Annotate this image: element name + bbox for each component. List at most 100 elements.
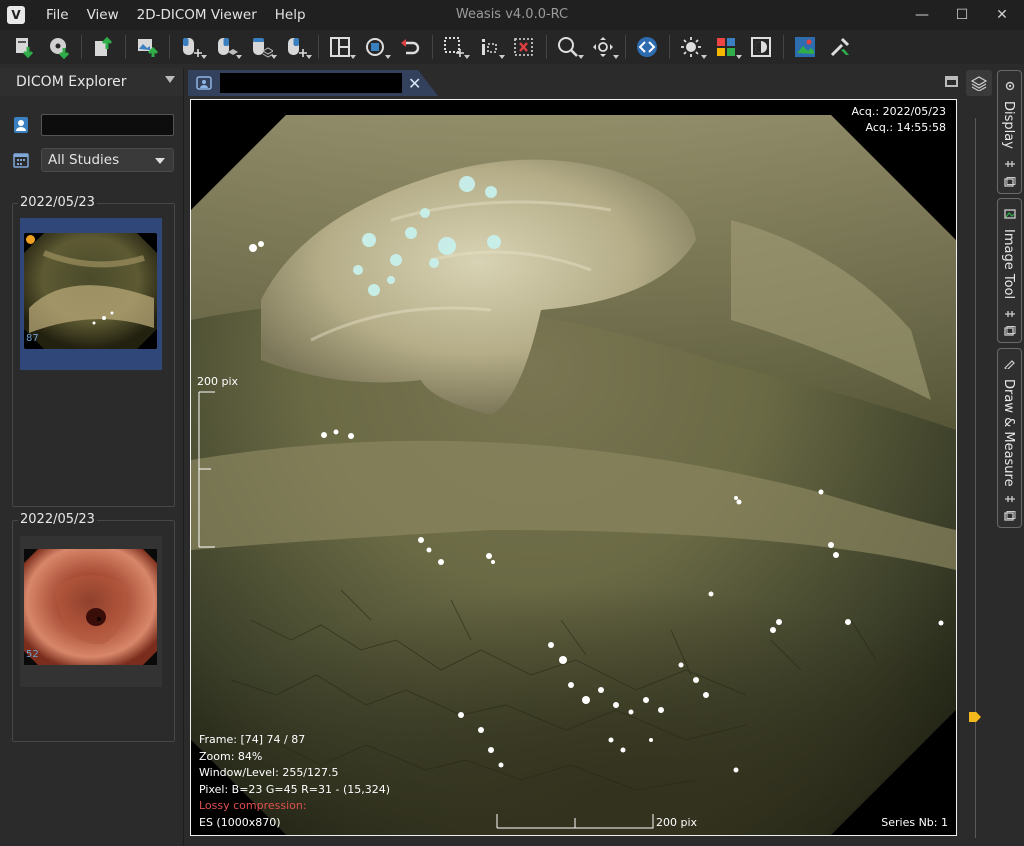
series-image-count: 87 [26, 333, 39, 344]
series-thumbnail[interactable]: 52 [20, 536, 162, 687]
export-dicom-icon [95, 36, 113, 56]
close-window-button[interactable]: ✕ [982, 0, 1022, 30]
info-cursor-icon [482, 39, 497, 55]
tools-button[interactable] [824, 32, 856, 62]
preferences-icon [795, 37, 815, 57]
layers-button[interactable] [966, 70, 992, 96]
left-scale-label: 200 pix [197, 375, 239, 388]
cd-icon [50, 38, 70, 59]
pin-icon [1005, 161, 1015, 167]
toolbar-separator [546, 35, 547, 59]
invert-button[interactable] [745, 32, 777, 62]
study-date: 2022/05/23 [18, 512, 97, 527]
info-select-button[interactable] [473, 32, 505, 62]
display-panel-tab[interactable]: Display [997, 70, 1022, 194]
series-preview-image [24, 233, 157, 349]
draw-measure-panel-tab[interactable]: Draw & Measure [997, 348, 1022, 528]
toolbar-separator [81, 35, 82, 59]
image-tool-panel-tab[interactable]: Image Tool [997, 198, 1022, 343]
brightness-button[interactable] [675, 32, 707, 62]
float-window-icon [1004, 326, 1016, 336]
weasis-logo-icon: V [7, 6, 25, 24]
patient-combo-input[interactable] [41, 114, 174, 136]
import-dicom-icon [16, 38, 34, 59]
preferences-button[interactable] [789, 32, 821, 62]
patient-tab-icon [196, 76, 212, 90]
explorer-menu-icon[interactable] [165, 76, 175, 83]
maximize-view-icon[interactable] [945, 76, 958, 87]
tools-icon [830, 37, 850, 57]
layout-button[interactable] [324, 32, 356, 62]
layers-icon [970, 76, 988, 91]
sync-rotate-icon [366, 38, 384, 56]
zoom-button[interactable] [552, 32, 584, 62]
calendar-icon [12, 151, 30, 169]
explorer-header: DICOM Explorer [0, 68, 183, 96]
select-region-icon [444, 37, 464, 57]
export-image-button[interactable] [131, 32, 163, 62]
title-bar: V File View 2D-DICOM Viewer Help Weasis … [0, 0, 1024, 30]
zoom-info: Zoom: 84% [199, 750, 263, 763]
patient-icon [12, 116, 30, 134]
layout-grid-icon [330, 37, 350, 57]
series-number: Series Nb: 1 [881, 816, 948, 829]
bottom-scale-label: 200 pix [656, 816, 698, 829]
mouse-stack-button[interactable] [245, 32, 277, 62]
float-window-icon [1004, 511, 1016, 521]
draw-measure-tab-label: Draw & Measure [1001, 379, 1016, 487]
menu-2d-dicom-viewer[interactable]: 2D-DICOM Viewer [128, 0, 266, 30]
viewer-tab-title [220, 73, 402, 93]
viewer-tab-bar: ✕ [186, 68, 962, 96]
pan-zoom-icon [593, 37, 613, 57]
frame-slider-thumb[interactable] [969, 712, 981, 722]
import-dicom-button[interactable] [8, 32, 40, 62]
right-side-panel: Display Image Tool Draw & Measure [962, 68, 1024, 846]
reset-button[interactable] [394, 32, 426, 62]
close-tab-icon[interactable]: ✕ [408, 74, 421, 93]
sync-arrows-icon [637, 37, 657, 57]
undo-icon [401, 39, 420, 55]
menu-view[interactable]: View [78, 0, 128, 30]
mouse-stack-icon [253, 38, 273, 58]
series-image-count: 52 [26, 649, 39, 660]
study-filter-select[interactable]: All Studies [41, 148, 174, 172]
image-viewer[interactable]: Acq.: 2022/05/23 Acq.: 14:55:58 200 pix … [190, 99, 957, 836]
viewer-tab[interactable]: ✕ [188, 70, 438, 96]
series-thumbnail-selected[interactable]: 87 [20, 218, 162, 370]
toolbar-separator [669, 35, 670, 59]
export-dicom-button[interactable] [87, 32, 119, 62]
acquisition-time: Acq.: 14:55:58 [865, 121, 946, 134]
toolbar-separator [318, 35, 319, 59]
chevron-down-icon [155, 158, 165, 164]
menu-file[interactable]: File [37, 0, 78, 30]
color-palette-icon [717, 38, 735, 56]
select-region-button[interactable] [438, 32, 470, 62]
pan-zoom-button[interactable] [587, 32, 619, 62]
series-preview-image [24, 549, 157, 665]
brightness-icon [681, 37, 701, 57]
mouse-move-button[interactable] [175, 32, 207, 62]
lut-button[interactable] [710, 32, 742, 62]
pixel-info: Pixel: B=23 G=45 R=31 - (15,324) [199, 783, 391, 796]
study-filter-row: All Studies [12, 148, 174, 172]
open-cd-button[interactable] [43, 32, 75, 62]
pin-icon [1005, 496, 1015, 502]
image-tool-icon [1004, 209, 1016, 219]
delete-measure-button[interactable] [508, 32, 540, 62]
mouse-crosshair-icon [288, 38, 307, 57]
maximize-window-button[interactable]: ☐ [942, 0, 982, 30]
display-tab-label: Display [1001, 101, 1016, 149]
synch-button[interactable] [359, 32, 391, 62]
mouse-layer-button[interactable] [210, 32, 242, 62]
frame-slider-track[interactable] [975, 118, 976, 838]
window-level-info: Window/Level: 255/127.5 [199, 766, 339, 779]
mouse-right-button[interactable] [280, 32, 312, 62]
acquisition-date: Acq.: 2022/05/23 [851, 105, 946, 118]
menu-help[interactable]: Help [266, 0, 315, 30]
draw-icon [1004, 360, 1015, 369]
minimize-button[interactable]: — [902, 0, 942, 30]
study-date: 2022/05/23 [18, 195, 97, 210]
toolbar-separator [783, 35, 784, 59]
sync-views-button[interactable] [631, 32, 663, 62]
explorer-title: DICOM Explorer [16, 74, 127, 90]
